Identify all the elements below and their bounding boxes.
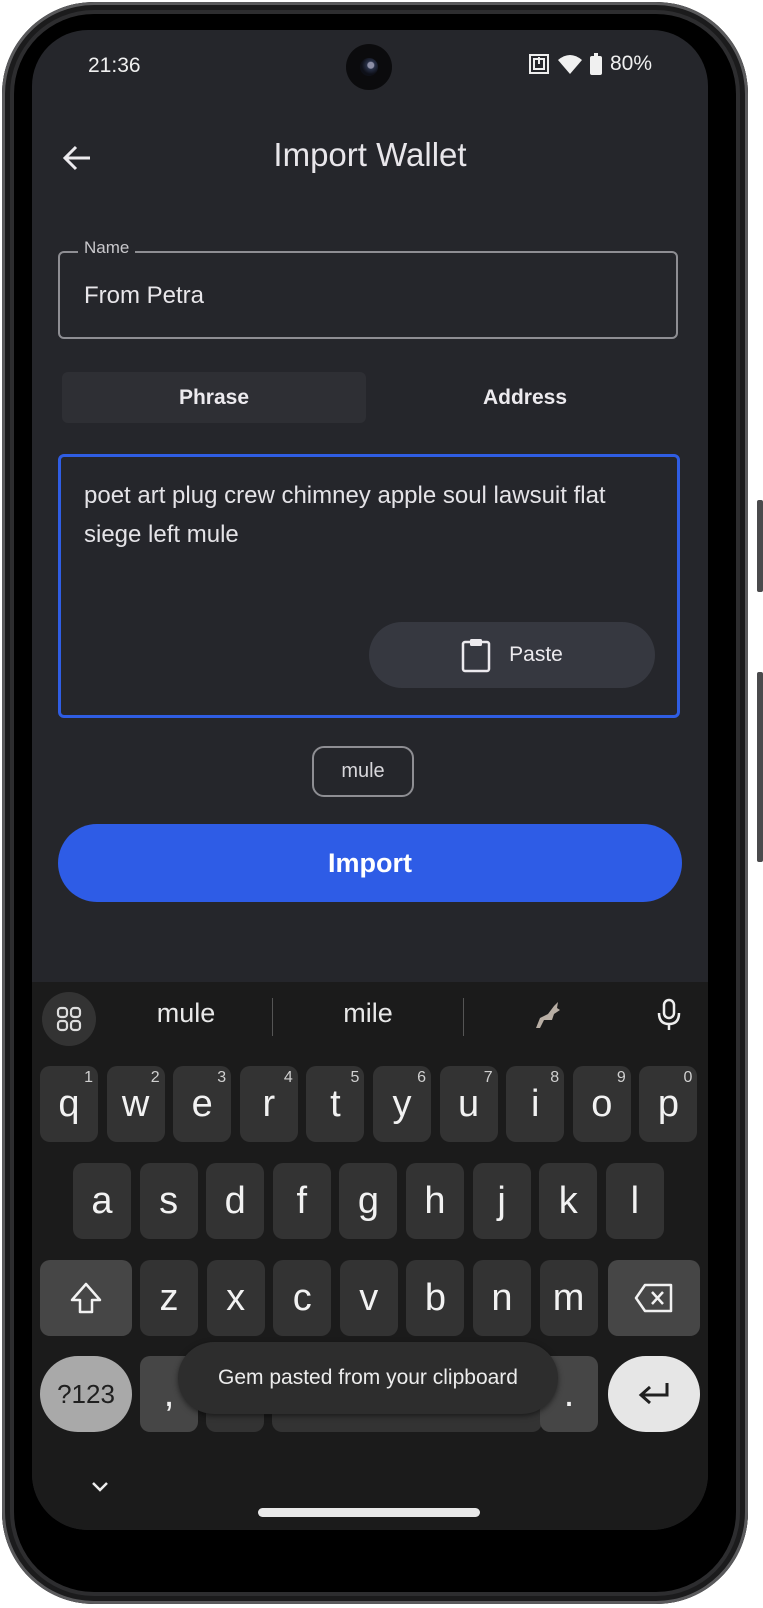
key-v[interactable]: v [339, 1260, 398, 1336]
key-k[interactable]: k [539, 1163, 598, 1239]
enter-icon [638, 1383, 669, 1405]
clipboard-toast: Gem pasted from your clipboard [178, 1342, 558, 1414]
battery-icon [589, 53, 602, 75]
tab-address[interactable]: Address [370, 372, 680, 423]
key-a[interactable]: a [73, 1163, 131, 1239]
shift-icon [70, 1282, 102, 1314]
key-y[interactable]: y6 [373, 1066, 431, 1142]
key-u[interactable]: u7 [439, 1066, 498, 1142]
clipboard-icon [461, 639, 491, 673]
key-label: r [262, 1082, 276, 1125]
name-field-label: Name [78, 238, 136, 258]
page-title: Import Wallet [273, 136, 467, 173]
key-label: o [591, 1082, 613, 1125]
key-label: w [121, 1082, 150, 1125]
key-s[interactable]: s [139, 1163, 198, 1239]
key-hint: 2 [150, 1069, 160, 1086]
key-p[interactable]: p0 [639, 1066, 698, 1142]
keyboard-suggestion-2[interactable]: mile [298, 998, 438, 1029]
status-time: 21:36 [88, 54, 141, 77]
name-field-value[interactable]: From Petra [84, 282, 204, 310]
key-b[interactable]: b [406, 1260, 465, 1336]
symbols-key[interactable]: ?123 [40, 1356, 132, 1432]
backspace-key[interactable] [608, 1260, 700, 1336]
volume-button [757, 500, 763, 592]
status-icons: 80% [528, 52, 652, 76]
keyboard [32, 982, 708, 1530]
key-l[interactable]: l [605, 1163, 664, 1239]
phrase-input-value[interactable]: poet art plug crew chimney apple soul la… [84, 476, 664, 554]
key-hint: 7 [483, 1069, 493, 1086]
key-label: p [657, 1082, 679, 1125]
key-x[interactable]: x [206, 1260, 265, 1336]
shift-key[interactable] [40, 1260, 132, 1336]
key-hint: 8 [550, 1069, 560, 1086]
import-button[interactable]: Import [58, 824, 682, 902]
key-d[interactable]: d [206, 1163, 265, 1239]
key-w[interactable]: w2 [106, 1066, 165, 1142]
keyboard-apps-button[interactable] [42, 992, 96, 1046]
key-m[interactable]: m [539, 1260, 598, 1336]
suggestion-divider [272, 998, 273, 1036]
hide-keyboard-button[interactable] [90, 1480, 110, 1499]
word-suggestion-chip[interactable]: mule [312, 746, 414, 797]
key-label: i [530, 1082, 540, 1125]
key-hint: 1 [84, 1069, 93, 1086]
keyboard-suggestion-1[interactable]: mule [116, 998, 256, 1029]
key-label: u [458, 1082, 480, 1125]
screen: 21:36 80% Import Wallet Name From Petra … [32, 30, 708, 1530]
key-c[interactable]: c [273, 1260, 332, 1336]
key-i[interactable]: i8 [506, 1066, 565, 1142]
front-camera [346, 44, 392, 90]
paste-label: Paste [509, 643, 563, 666]
enter-key[interactable] [608, 1356, 700, 1432]
key-hint: 5 [350, 1069, 360, 1086]
nfc-icon [528, 54, 549, 74]
key-label: q [58, 1082, 80, 1125]
key-t[interactable]: t5 [306, 1066, 365, 1142]
donkey-emoji-icon [536, 1002, 560, 1028]
key-label: e [191, 1082, 213, 1125]
key-hint: 9 [616, 1069, 626, 1086]
paste-button[interactable]: Paste [369, 622, 655, 688]
tab-phrase[interactable]: Phrase [62, 372, 366, 423]
chevron-down-icon [92, 1482, 108, 1492]
backspace-icon [634, 1283, 673, 1313]
key-label: t [330, 1082, 341, 1125]
keyboard-suggestion-emoji[interactable] [530, 998, 564, 1037]
key-q[interactable]: q1 [40, 1066, 98, 1142]
key-o[interactable]: o9 [572, 1066, 631, 1142]
voice-input-button[interactable] [656, 998, 682, 1037]
key-g[interactable]: g [339, 1163, 398, 1239]
wifi-icon [557, 55, 582, 74]
key-h[interactable]: h [406, 1163, 464, 1239]
key-n[interactable]: n [473, 1260, 531, 1336]
key-z[interactable]: z [140, 1260, 198, 1336]
key-hint: 0 [683, 1069, 693, 1086]
suggestion-divider [463, 998, 464, 1036]
key-r[interactable]: r4 [239, 1066, 298, 1142]
key-f[interactable]: f [272, 1163, 331, 1239]
microphone-icon [657, 998, 681, 1030]
power-button [757, 672, 763, 862]
key-hint: 3 [217, 1069, 227, 1086]
key-label: y [392, 1082, 412, 1125]
key-e[interactable]: e3 [173, 1066, 232, 1142]
grid-icon [56, 1006, 82, 1032]
key-j[interactable]: j [472, 1163, 531, 1239]
key-hint: 4 [283, 1069, 293, 1086]
key-hint: 6 [417, 1069, 426, 1086]
battery-percent: 80% [609, 52, 652, 75]
home-indicator[interactable] [258, 1508, 480, 1517]
